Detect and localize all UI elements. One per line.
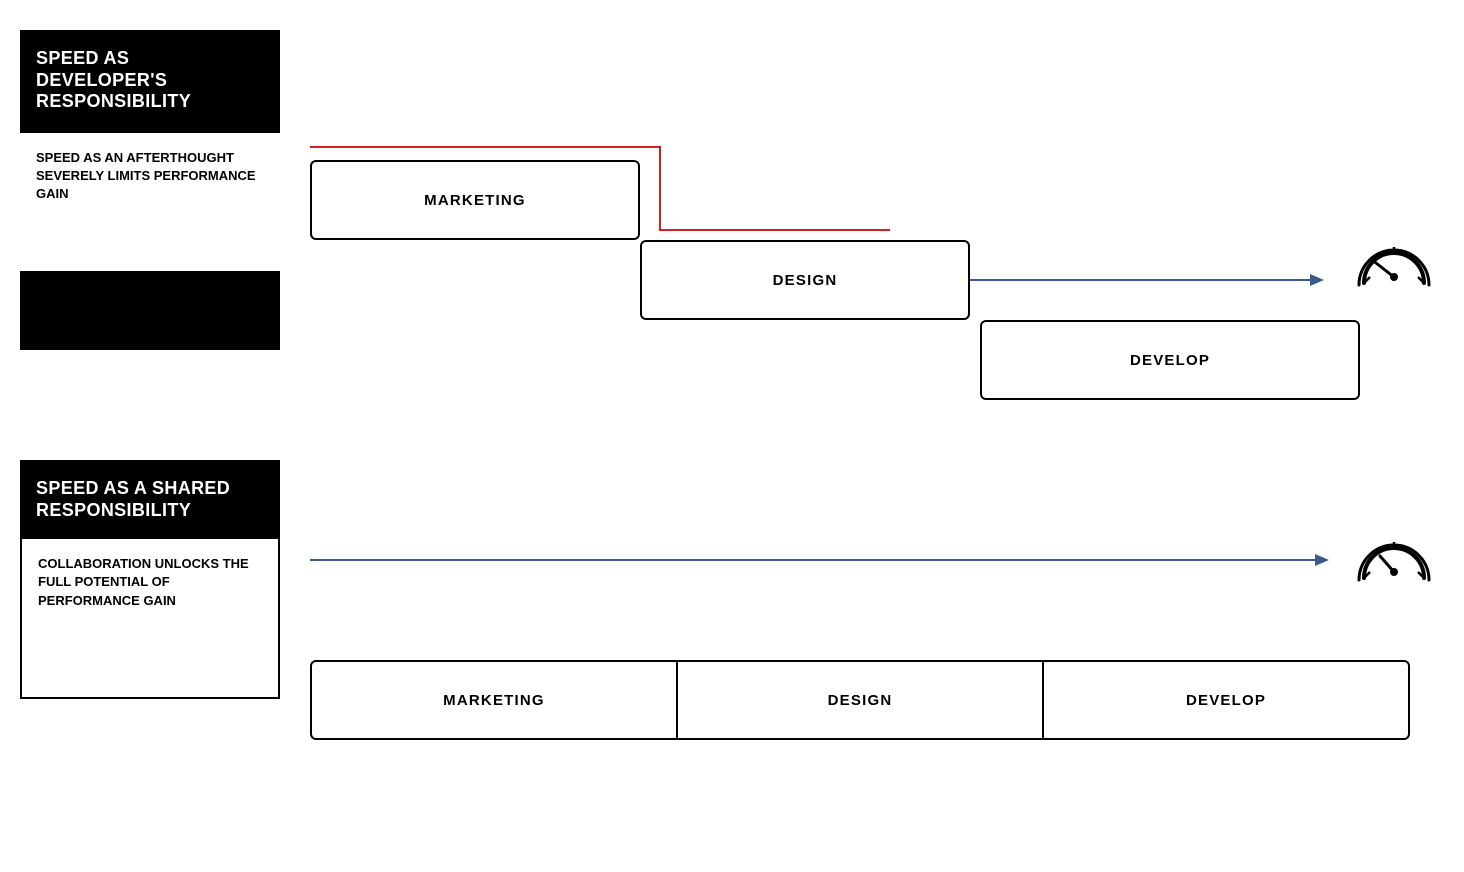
main-container: SPEED AS DEVELOPER'S RESPONSIBILITY SPEE… bbox=[0, 0, 1464, 872]
speedometer-bottom bbox=[1354, 520, 1434, 600]
top-develop-box: DEVELOP bbox=[980, 320, 1360, 400]
top-card-body-text: SPEED AS AN AFTERTHOUGHT SEVERELY LIMITS… bbox=[36, 149, 264, 204]
bottom-card-header-text: SPEED AS A SHARED RESPONSIBILITY bbox=[36, 478, 230, 520]
top-card-header-text: SPEED AS DEVELOPER'S RESPONSIBILITY bbox=[36, 48, 191, 111]
speedometer-top bbox=[1354, 225, 1434, 305]
bottom-boxes-row: MARKETING DESIGN DEVELOP bbox=[310, 660, 1410, 740]
bottom-marketing-label: MARKETING bbox=[443, 692, 545, 709]
bottom-design-box: DESIGN bbox=[678, 660, 1044, 740]
bottom-card-body: COLLABORATION UNLOCKS THE FULL POTENTIAL… bbox=[20, 539, 280, 699]
top-design-label: DESIGN bbox=[773, 272, 838, 289]
bottom-card: SPEED AS A SHARED RESPONSIBILITY COLLABO… bbox=[20, 460, 280, 780]
blue-arrowhead-top bbox=[1310, 274, 1324, 286]
bottom-card-body-text: COLLABORATION UNLOCKS THE FULL POTENTIAL… bbox=[38, 555, 262, 610]
bottom-marketing-box: MARKETING bbox=[310, 660, 678, 740]
top-design-box: DESIGN bbox=[640, 240, 970, 320]
bottom-section: SPEED AS A SHARED RESPONSIBILITY COLLABO… bbox=[20, 460, 1444, 840]
top-card-header: SPEED AS DEVELOPER'S RESPONSIBILITY bbox=[20, 30, 280, 131]
bottom-develop-box: DEVELOP bbox=[1044, 660, 1410, 740]
top-marketing-box: MARKETING bbox=[310, 160, 640, 240]
blue-arrowhead-bottom bbox=[1315, 554, 1329, 566]
bottom-card-header: SPEED AS A SHARED RESPONSIBILITY bbox=[20, 460, 280, 539]
top-card: SPEED AS DEVELOPER'S RESPONSIBILITY SPEE… bbox=[20, 30, 280, 350]
top-marketing-label: MARKETING bbox=[424, 192, 526, 209]
top-card-body: SPEED AS AN AFTERTHOUGHT SEVERELY LIMITS… bbox=[20, 131, 280, 271]
top-section: SPEED AS DEVELOPER'S RESPONSIBILITY SPEE… bbox=[20, 30, 1444, 410]
bottom-develop-label: DEVELOP bbox=[1186, 692, 1266, 709]
bottom-design-label: DESIGN bbox=[828, 692, 893, 709]
top-develop-label: DEVELOP bbox=[1130, 352, 1210, 369]
